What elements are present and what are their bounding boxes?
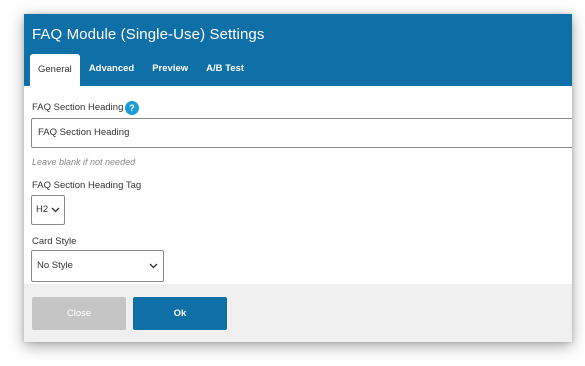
ok-button[interactable]: Ok — [133, 297, 227, 330]
dialog-header: FAQ Module (Single-Use) Settings General… — [24, 14, 572, 86]
chevron-down-icon — [149, 263, 158, 269]
heading-tag-select[interactable]: H2 — [31, 195, 65, 225]
faq-heading-hint: Leave blank if not needed — [32, 157, 136, 167]
heading-tag-value: H2 — [36, 204, 49, 215]
tab-preview[interactable]: Preview — [143, 54, 197, 86]
tab-advanced[interactable]: Advanced — [80, 54, 143, 86]
card-style-label: Card Style — [32, 236, 77, 247]
dialog-title: FAQ Module (Single-Use) Settings — [32, 26, 265, 43]
close-button[interactable]: Close — [32, 297, 126, 330]
help-icon[interactable]: ? — [125, 101, 139, 115]
heading-tag-label: FAQ Section Heading Tag — [32, 180, 142, 191]
faq-heading-input[interactable]: FAQ Section Heading — [31, 118, 572, 148]
settings-dialog: FAQ Module (Single-Use) Settings General… — [24, 14, 572, 342]
faq-heading-label: FAQ Section Heading — [32, 102, 124, 113]
card-style-value: No Style — [37, 260, 73, 271]
chevron-down-icon — [51, 207, 60, 213]
tab-bar: General Advanced Preview A/B Test — [30, 54, 253, 86]
tab-ab-test[interactable]: A/B Test — [197, 54, 253, 86]
card-style-select[interactable]: No Style — [31, 250, 164, 282]
tab-general[interactable]: General — [30, 54, 80, 86]
